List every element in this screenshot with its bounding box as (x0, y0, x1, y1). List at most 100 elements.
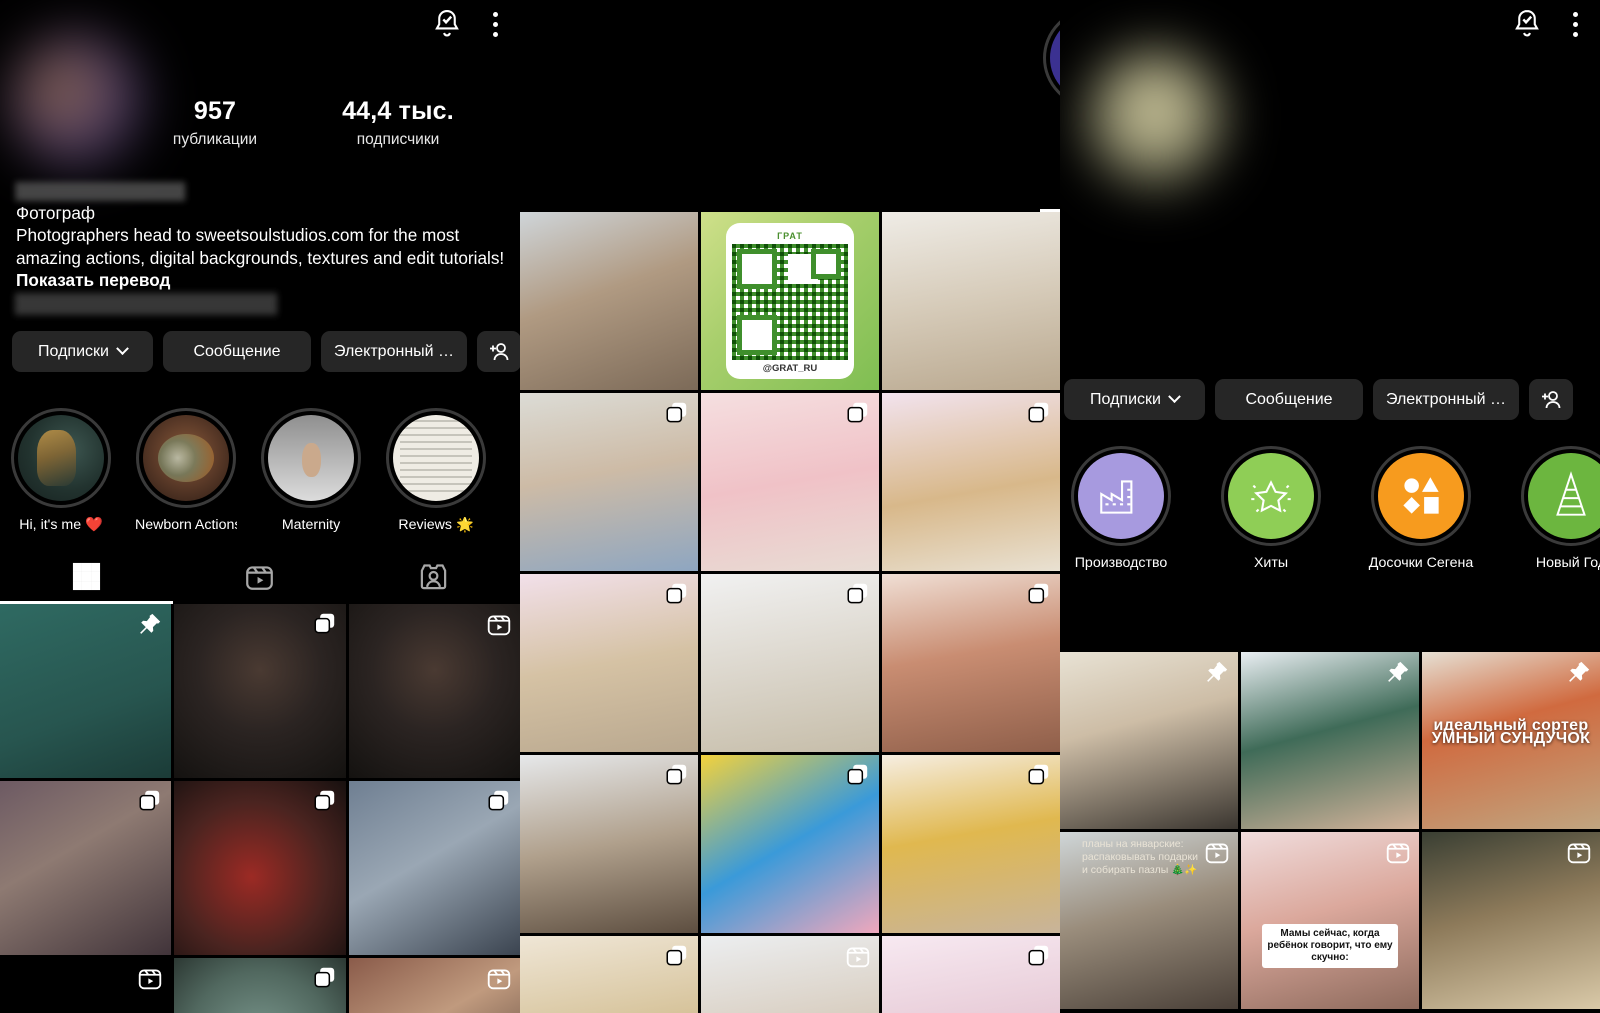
overflow-menu-icon[interactable] (492, 9, 498, 39)
stat-label: подписчики (356, 130, 440, 148)
post-thumbnail[interactable] (0, 604, 172, 778)
highlight-ring (261, 408, 361, 508)
highlight-ring: BAC (1043, 8, 1060, 108)
highlight-ring (11, 408, 111, 508)
highlight-item[interactable]: Hi, it's me ❤️ (10, 408, 112, 533)
post-thumbnail[interactable] (1060, 652, 1238, 829)
post-thumbnail[interactable] (882, 755, 1060, 933)
reels-icon (486, 611, 512, 642)
pin-icon (137, 611, 163, 642)
post-thumbnail[interactable] (520, 212, 698, 390)
profile-tabs (1040, 156, 1060, 212)
highlight-item[interactable]: Reviews 🌟 (385, 408, 487, 533)
post-thumbnail[interactable] (348, 781, 520, 955)
carousel-icon (845, 762, 871, 793)
avatar[interactable] (12, 35, 144, 167)
highlight-icon-shapes-icon (1378, 453, 1464, 539)
highlight-ring (1221, 446, 1321, 546)
story-highlights: BACКАТАЛОГИГРАЕМОБЗОРЫЭКОНОМИЯПІ (1042, 8, 1060, 132)
highlight-item[interactable]: Хиты (1208, 446, 1334, 571)
post-thumbnail[interactable] (882, 393, 1060, 571)
message-button[interactable]: Сообщение (163, 331, 311, 372)
qr-logo: ГРАТ (777, 230, 803, 241)
post-thumbnail[interactable] (0, 958, 172, 1013)
post-thumbnail[interactable] (174, 958, 346, 1013)
bio-redacted-line (16, 293, 276, 316)
qr-handle: @GRAT_RU (762, 363, 818, 375)
action-buttons: Подписки Сообщение Электронный … (12, 331, 520, 372)
highlight-item[interactable]: Newborn Actions (135, 408, 237, 533)
following-button[interactable]: Подписки (1064, 379, 1205, 420)
action-buttons: Подписки Сообщение Электронный … (1064, 379, 1573, 420)
highlight-thumb (268, 415, 354, 501)
highlight-item[interactable]: Досочки Сегена (1358, 446, 1484, 571)
carousel-icon (312, 788, 338, 819)
overflow-menu-icon[interactable] (1572, 9, 1578, 39)
highlight-ring (386, 408, 486, 508)
highlight-label: КАТАЛОГ (1042, 117, 1060, 132)
post-thumbnail[interactable] (882, 212, 1060, 390)
post-thumbnail[interactable] (520, 393, 698, 571)
carousel-icon (845, 581, 871, 612)
carousel-icon (312, 611, 338, 642)
avatar[interactable] (1085, 48, 1225, 188)
post-thumbnail[interactable] (1422, 832, 1600, 1009)
carousel-icon (664, 943, 690, 974)
post-thumbnail[interactable] (520, 936, 698, 1013)
chevron-down-icon (1168, 390, 1181, 404)
add-user-button[interactable] (1529, 379, 1573, 420)
post-thumbnail[interactable]: планы на январские: распаковывать подарки… (1060, 832, 1238, 1009)
message-button[interactable]: Сообщение (1215, 379, 1363, 420)
highlight-item[interactable]: Производство (1060, 446, 1184, 571)
username-redacted (16, 182, 186, 201)
post-thumbnail[interactable] (520, 755, 698, 933)
carousel-icon (664, 400, 690, 431)
stat-posts[interactable]: 957 публикации (150, 97, 280, 149)
tab-tagged[interactable] (347, 548, 520, 604)
stat-value: 957 (193, 97, 237, 125)
following-button[interactable]: Подписки (12, 331, 153, 372)
highlight-item[interactable]: Новый Год (1508, 446, 1600, 571)
post-thumbnail[interactable] (348, 958, 520, 1013)
post-thumbnail[interactable] (701, 936, 879, 1013)
bell-check-icon[interactable] (432, 8, 462, 40)
post-thumbnail[interactable] (882, 574, 1060, 752)
highlight-item[interactable]: BAC КАТАЛОГ (1042, 8, 1060, 132)
bell-check-icon[interactable] (1512, 8, 1542, 40)
email-button[interactable]: Электронный … (1373, 379, 1519, 420)
post-thumbnail[interactable] (701, 393, 879, 571)
stat-followers[interactable]: 44,4 тыс. подписчики (332, 97, 464, 149)
stat-label: публикации (172, 130, 258, 148)
tab-grid[interactable] (0, 548, 173, 604)
carousel-icon (664, 581, 690, 612)
highlight-item[interactable]: Maternity (260, 408, 362, 533)
post-thumbnail[interactable] (348, 604, 520, 778)
post-thumbnail[interactable]: идеальный сортер УМНЫЙ СУНДУЧОК (1422, 652, 1600, 829)
highlight-ring (136, 408, 236, 508)
highlight-ring (1521, 446, 1600, 546)
post-thumbnail[interactable]: ГРАТ @GRAT_RU (701, 212, 879, 390)
show-translation-link[interactable]: Показать перевод (16, 269, 496, 291)
post-thumbnail[interactable] (520, 574, 698, 752)
post-thumbnail[interactable] (0, 781, 172, 955)
post-thumbnail[interactable] (1241, 652, 1419, 829)
add-user-button[interactable] (477, 331, 520, 372)
highlight-label: Новый Год (1535, 555, 1600, 571)
carousel-icon (1026, 762, 1052, 793)
highlight-label: Хиты (1253, 555, 1289, 571)
tab-reels[interactable] (173, 548, 346, 604)
post-thumbnail[interactable] (174, 604, 346, 778)
post-thumbnail[interactable] (174, 781, 346, 955)
post-thumbnail[interactable] (882, 936, 1060, 1013)
bio-category: Фотограф (16, 203, 96, 223)
reels-icon (1204, 839, 1230, 870)
tab-grid[interactable] (1040, 156, 1060, 212)
post-thumbnail[interactable] (701, 574, 879, 752)
bio-line-1: Photographers head to sweetsoulstudios.c… (16, 225, 460, 246)
highlight-icon-star-sparkle-icon (1228, 453, 1314, 539)
post-thumbnail[interactable] (701, 755, 879, 933)
post-thumbnail[interactable]: Мамы сейчас, когда ребёнок говорит, что … (1241, 832, 1419, 1009)
post-caption-overlay: Мамы сейчас, когда ребёнок говорит, что … (1262, 924, 1398, 969)
email-button[interactable]: Электронный … (321, 331, 467, 372)
profile-panel-right: 906 публикации 93,4 тыс. подписчики 200 … (1060, 0, 1600, 1013)
